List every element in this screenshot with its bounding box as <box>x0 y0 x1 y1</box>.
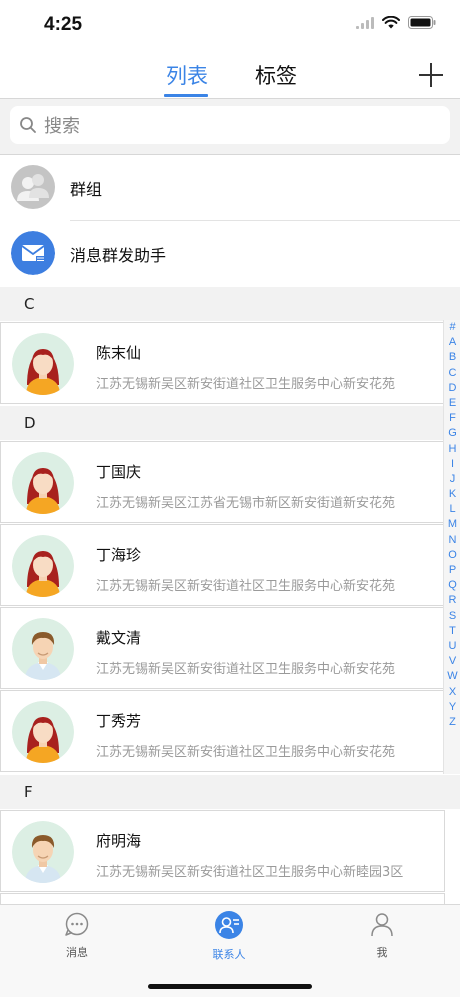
female-avatar-icon <box>12 333 74 395</box>
tab-tags[interactable]: 标签 <box>255 60 297 90</box>
index-letter[interactable]: H <box>444 442 460 457</box>
section-header-f: F <box>0 775 460 809</box>
tab-list[interactable]: 列表 <box>166 60 208 90</box>
group-row[interactable]: 群组 <box>0 155 460 221</box>
index-letter[interactable]: P <box>444 563 460 578</box>
tab-contacts[interactable]: 联系人 <box>184 911 274 962</box>
section-letter: C <box>24 295 35 313</box>
broadcast-assistant-label: 消息群发助手 <box>70 246 167 265</box>
index-letter[interactable]: I <box>444 457 460 472</box>
contact-name: 陈末仙 <box>96 344 142 362</box>
signal-icon <box>356 16 374 29</box>
contact-address: 江苏无锡新吴区江苏省无锡市新区新安街道新安花苑 <box>96 496 396 511</box>
status-bar: 4:25 <box>0 0 460 50</box>
index-letter[interactable]: F <box>444 411 460 426</box>
chat-bubble-icon <box>65 912 89 936</box>
contact-name: 府明海 <box>96 832 142 850</box>
status-icons <box>356 16 436 29</box>
index-letter[interactable]: X <box>444 685 460 700</box>
index-letter[interactable]: E <box>444 396 460 411</box>
contact-card[interactable]: 戴文清 江苏无锡新吴区新安街道社区卫生服务中心新安花苑 <box>0 607 445 689</box>
index-letter[interactable]: K <box>444 487 460 502</box>
tab-messages[interactable]: 消息 <box>32 911 122 960</box>
index-letter[interactable]: V <box>444 654 460 669</box>
section-letter: D <box>24 414 36 432</box>
user-icon <box>371 913 393 937</box>
contact-name: 戴文清 <box>96 629 142 647</box>
section-header-d: D <box>0 406 460 440</box>
tab-me[interactable]: 我 <box>337 911 427 960</box>
contact-address: 江苏无锡新吴区新安街道社区卫生服务中心新安花苑 <box>96 662 396 677</box>
female-avatar-icon <box>12 452 74 514</box>
top-nav: 列表 标签 <box>0 50 460 99</box>
index-letter[interactable]: M <box>444 517 460 532</box>
index-letter[interactable]: B <box>444 350 460 365</box>
index-letter[interactable]: J <box>444 472 460 487</box>
wifi-icon <box>382 16 400 29</box>
broadcast-assistant-row[interactable]: 消息群发助手 <box>0 221 460 287</box>
add-icon[interactable] <box>418 62 444 88</box>
index-letter[interactable]: C <box>444 366 460 381</box>
contact-name: 丁国庆 <box>96 463 142 481</box>
contacts-icon <box>215 911 243 939</box>
index-letter[interactable]: S <box>444 609 460 624</box>
tab-messages-label: 消息 <box>66 946 88 959</box>
male-avatar-icon <box>12 821 74 883</box>
index-letter[interactable]: O <box>444 548 460 563</box>
index-letter[interactable]: N <box>444 533 460 548</box>
contact-card[interactable]: 丁秀芳 江苏无锡新吴区新安街道社区卫生服务中心新安花苑 <box>0 690 445 772</box>
index-letter[interactable]: D <box>444 381 460 396</box>
status-time: 4:25 <box>44 14 83 35</box>
index-letter[interactable]: T <box>444 624 460 639</box>
contact-card[interactable]: 府明海 江苏无锡新吴区新安街道社区卫生服务中心新睦园3区 <box>0 810 445 892</box>
index-letter[interactable]: # <box>444 320 460 335</box>
search-box[interactable] <box>10 106 450 144</box>
female-avatar-icon <box>12 701 74 763</box>
contact-address: 江苏无锡新吴区新安街道社区卫生服务中心新睦园3区 <box>96 865 404 880</box>
index-letter[interactable]: G <box>444 426 460 441</box>
index-letter[interactable]: Z <box>444 715 460 730</box>
home-indicator <box>148 984 312 989</box>
male-avatar-icon <box>12 618 74 680</box>
contact-card[interactable]: 陈末仙 江苏无锡新吴区新安街道社区卫生服务中心新安花苑 <box>0 322 445 404</box>
index-letter[interactable]: U <box>444 639 460 654</box>
bottom-tab-bar: 消息 联系人 我 <box>0 904 460 997</box>
group-label: 群组 <box>70 180 103 199</box>
contact-address: 江苏无锡新吴区新安街道社区卫生服务中心新安花苑 <box>96 745 396 760</box>
index-letter[interactable]: R <box>444 593 460 608</box>
active-tab-indicator <box>164 94 208 97</box>
index-letter[interactable]: W <box>444 669 460 684</box>
contact-name: 丁秀芳 <box>96 712 142 730</box>
contact-card[interactable]: 丁海珍 江苏无锡新吴区新安街道社区卫生服务中心新安花苑 <box>0 524 445 606</box>
tab-me-label: 我 <box>376 946 388 959</box>
section-letter: F <box>24 783 33 801</box>
mail-broadcast-icon <box>11 231 55 275</box>
search-area <box>0 99 460 155</box>
index-letter[interactable]: L <box>444 502 460 517</box>
search-input[interactable] <box>42 110 436 142</box>
group-avatar-icon <box>11 165 55 209</box>
female-avatar-icon <box>12 535 74 597</box>
contact-name: 丁海珍 <box>96 546 142 564</box>
index-letter[interactable]: Q <box>444 578 460 593</box>
tab-contacts-label: 联系人 <box>212 948 246 961</box>
battery-icon <box>408 16 436 29</box>
contact-card[interactable]: 丁国庆 江苏无锡新吴区江苏省无锡市新区新安街道新安花苑 <box>0 441 445 523</box>
search-icon <box>20 117 36 133</box>
index-letter[interactable]: Y <box>444 700 460 715</box>
index-letter[interactable]: A <box>444 335 460 350</box>
section-header-c: C <box>0 287 460 321</box>
alphabet-index[interactable]: # A B C D E F G H I J K L M N O P Q R S … <box>443 320 460 774</box>
contact-address: 江苏无锡新吴区新安街道社区卫生服务中心新安花苑 <box>96 579 396 594</box>
contact-address: 江苏无锡新吴区新安街道社区卫生服务中心新安花苑 <box>96 377 396 392</box>
